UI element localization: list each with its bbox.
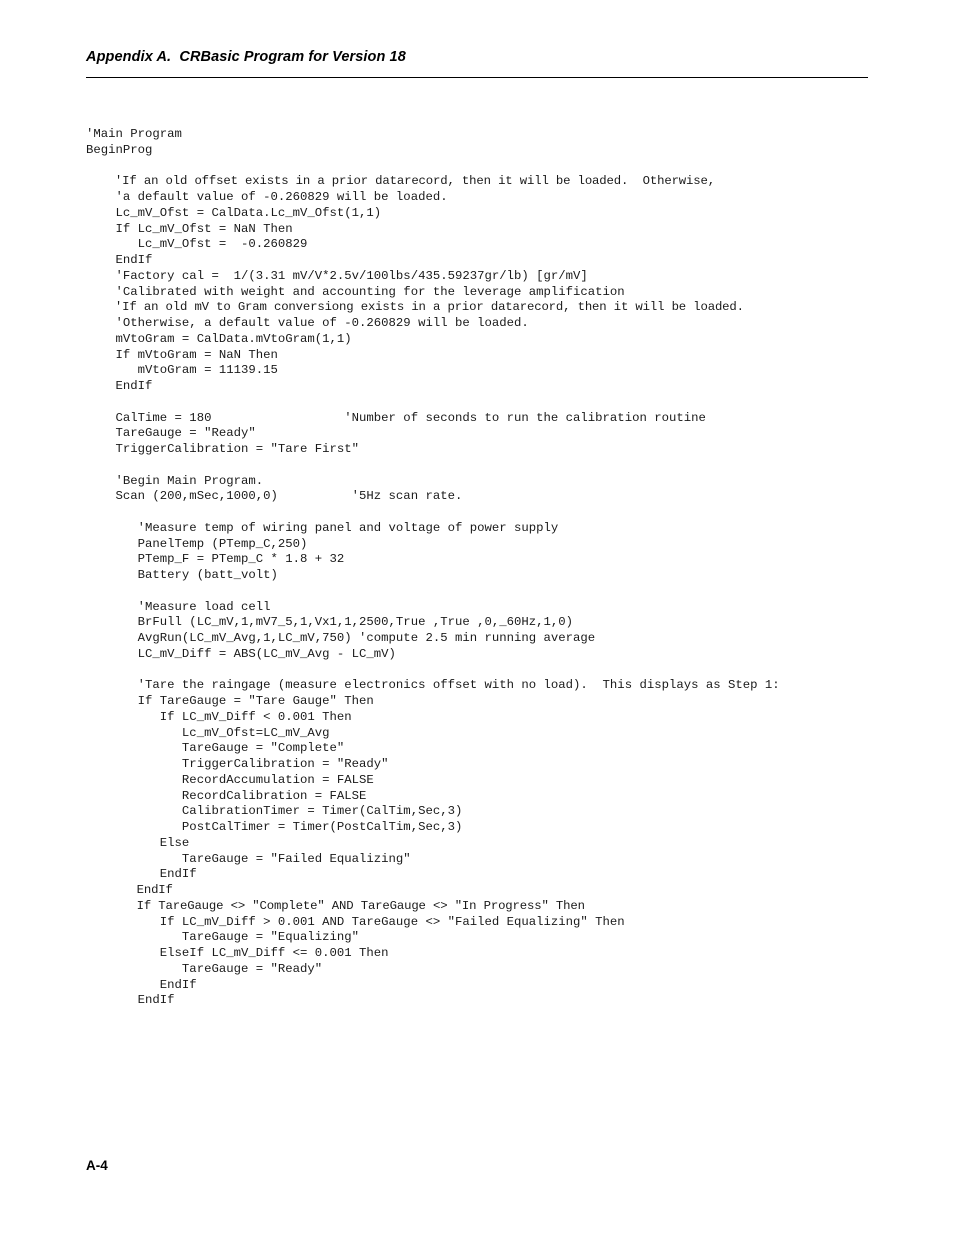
page-number: A-4 [86, 1158, 108, 1173]
code-line: EndIf [86, 993, 175, 1008]
code-line: TriggerCalibration = "Tare First" [86, 442, 360, 456]
code-line: 'Begin Main Program. [86, 473, 264, 488]
code-line: ElseIf LC_mV_Diff <= 0.001 Then [86, 946, 389, 960]
code-line: BrFull (LC_mV,1,mV7_5,1,Vx1,1,2500,True … [86, 615, 574, 630]
code-line: If LC_mV_Diff > 0.001 AND TareGauge <> "… [86, 914, 625, 929]
code-line: 'Calibrated with weight and accounting f… [86, 284, 625, 299]
code-line: PanelTemp (PTemp_C,250) [86, 536, 308, 551]
header-divider-rule [86, 77, 868, 78]
page-footer: A-4 [86, 1157, 868, 1175]
code-line: Lc_mV_Ofst=LC_mV_Avg [86, 725, 330, 740]
code-line: Scan (200,mSec,1000,0) '5Hz scan rate. [86, 489, 463, 504]
code-line: PTemp_F = PTemp_C * 1.8 + 32 [86, 552, 345, 567]
code-line: EndIf [86, 379, 153, 393]
code-line: 'Measure temp of wiring panel and voltag… [86, 520, 559, 535]
code-line: EndIf [86, 253, 153, 267]
code-line: EndIf [86, 977, 197, 992]
code-line: CalibrationTimer = Timer(CalTim,Sec,3) [86, 804, 463, 819]
code-line: EndIf [86, 883, 173, 897]
code-line: mVtoGram = 11139.15 [86, 363, 278, 378]
running-header: Appendix A. CRBasic Program for Version … [86, 48, 868, 66]
code-line: mVtoGram = CalData.mVtoGram(1,1) [86, 331, 352, 346]
code-line: PostCalTimer = Timer(PostCalTim,Sec,3) [86, 820, 463, 834]
code-line: If TareGauge = "Tare Gauge" Then [86, 694, 374, 708]
code-line: 'a default value of -0.260829 will be lo… [86, 190, 448, 204]
code-line: 'Otherwise, a default value of -0.260829… [86, 316, 529, 330]
code-line: CalTime = 180 'Number of seconds to run … [86, 410, 706, 425]
code-line: TriggerCalibration = "Ready" [86, 757, 389, 771]
code-line: If Lc_mV_Ofst = NaN Then [86, 221, 293, 236]
code-line: Lc_mV_Ofst = CalData.Lc_mV_Ofst(1,1) [86, 205, 382, 220]
code-line: RecordCalibration = FALSE [86, 788, 367, 803]
code-line: AvgRun(LC_mV_Avg,1,LC_mV,750) 'compute 2… [86, 631, 596, 645]
crbasic-code-listing: 'Main Program BeginProg 'If an old offset… [86, 127, 906, 1009]
code-line: Lc_mV_Ofst = -0.260829 [86, 237, 308, 252]
code-line: 'Factory cal = 1/(3.31 mV/V*2.5v/100lbs/… [86, 268, 588, 283]
code-line: 'Main Program [86, 127, 182, 141]
code-line: TareGauge = "Equalizing" [86, 930, 360, 945]
code-line: 'Measure load cell [86, 599, 271, 614]
code-line: TareGauge = "Ready" [86, 961, 323, 976]
code-line: TareGauge = "Complete" [86, 741, 345, 756]
header-title: Appendix A. CRBasic Program for Version … [86, 49, 406, 65]
code-line: 'If an old mV to Gram conversiong exists… [86, 300, 744, 315]
code-line: If mVtoGram = NaN Then [86, 347, 278, 362]
code-line: 'Tare the raingage (measure electronics … [86, 678, 780, 693]
code-line: If LC_mV_Diff < 0.001 Then [86, 709, 352, 724]
code-line: TareGauge = "Failed Equalizing" [86, 851, 411, 866]
code-line: RecordAccumulation = FALSE [86, 772, 374, 787]
code-line: LC_mV_Diff = ABS(LC_mV_Avg - LC_mV) [86, 646, 396, 661]
code-line: Battery (batt_volt) [86, 568, 278, 582]
code-line: Else [86, 835, 190, 850]
code-line: EndIf [86, 867, 197, 882]
document-page: Appendix A. CRBasic Program for Version … [0, 0, 954, 1235]
code-line: 'If an old offset exists in a prior data… [86, 174, 715, 189]
code-line: If TareGauge <> "Complete" AND TareGauge… [86, 898, 585, 913]
code-line: BeginProg [86, 142, 153, 157]
code-line: TareGauge = "Ready" [86, 426, 256, 441]
